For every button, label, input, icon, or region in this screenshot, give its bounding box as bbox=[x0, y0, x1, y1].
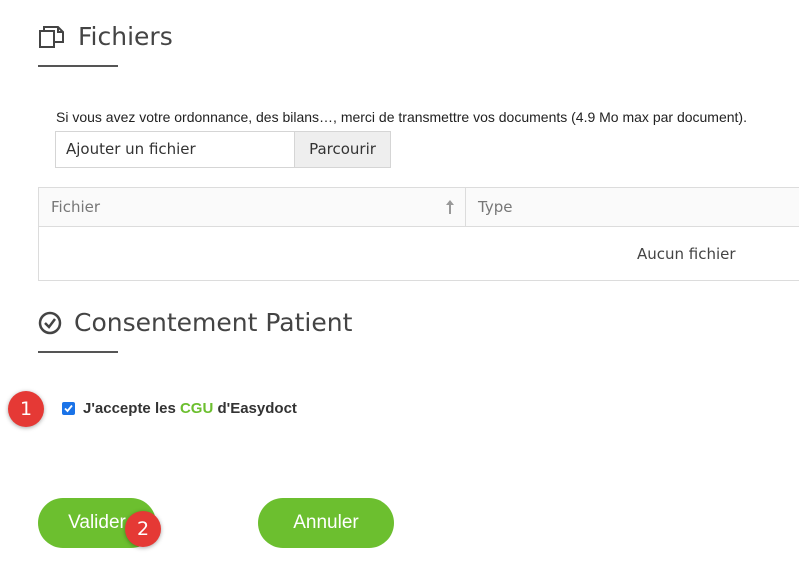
page: Fichiers Si vous avez votre ordonnance, … bbox=[0, 0, 799, 582]
files-table-header: Fichier Type bbox=[39, 188, 799, 227]
cgu-label: J'accepte les CGU d'Easydoct bbox=[83, 400, 297, 417]
files-title-text: Fichiers bbox=[78, 22, 173, 51]
column-header-type[interactable]: Type bbox=[466, 188, 799, 226]
files-title-underline bbox=[38, 65, 118, 67]
step-marker-1: 1 bbox=[8, 391, 44, 427]
column-header-type-label: Type bbox=[478, 198, 513, 216]
cgu-label-prefix: J'accepte les bbox=[83, 400, 180, 417]
empty-message: Aucun fichier bbox=[637, 245, 736, 263]
files-icon bbox=[38, 24, 66, 50]
cgu-consent-row: J'accepte les CGU d'Easydoct bbox=[62, 400, 297, 417]
cgu-link[interactable]: CGU bbox=[180, 400, 213, 417]
consent-title-underline bbox=[38, 351, 118, 353]
cgu-label-suffix: d'Easydoct bbox=[213, 400, 297, 417]
files-section-title: Fichiers bbox=[38, 22, 173, 51]
check-circle-icon bbox=[38, 311, 62, 335]
file-upload-control: Ajouter un fichier Parcourir bbox=[55, 131, 391, 168]
cancel-button[interactable]: Annuler bbox=[258, 498, 394, 548]
cgu-checkbox[interactable] bbox=[62, 402, 75, 415]
table-empty-row: Aucun fichier bbox=[39, 227, 799, 281]
upload-instruction: Si vous avez votre ordonnance, des bilan… bbox=[56, 109, 747, 125]
column-header-file[interactable]: Fichier bbox=[39, 188, 466, 226]
file-input-field[interactable]: Ajouter un fichier bbox=[56, 132, 294, 167]
browse-button[interactable]: Parcourir bbox=[294, 132, 390, 167]
sort-up-arrow-icon[interactable] bbox=[445, 199, 455, 219]
files-table: Fichier Type Aucun fichier bbox=[38, 187, 799, 281]
consent-title-text: Consentement Patient bbox=[74, 308, 353, 337]
step-marker-2: 2 bbox=[125, 511, 161, 547]
column-header-file-label: Fichier bbox=[51, 198, 101, 216]
consent-section-title: Consentement Patient bbox=[38, 308, 352, 337]
